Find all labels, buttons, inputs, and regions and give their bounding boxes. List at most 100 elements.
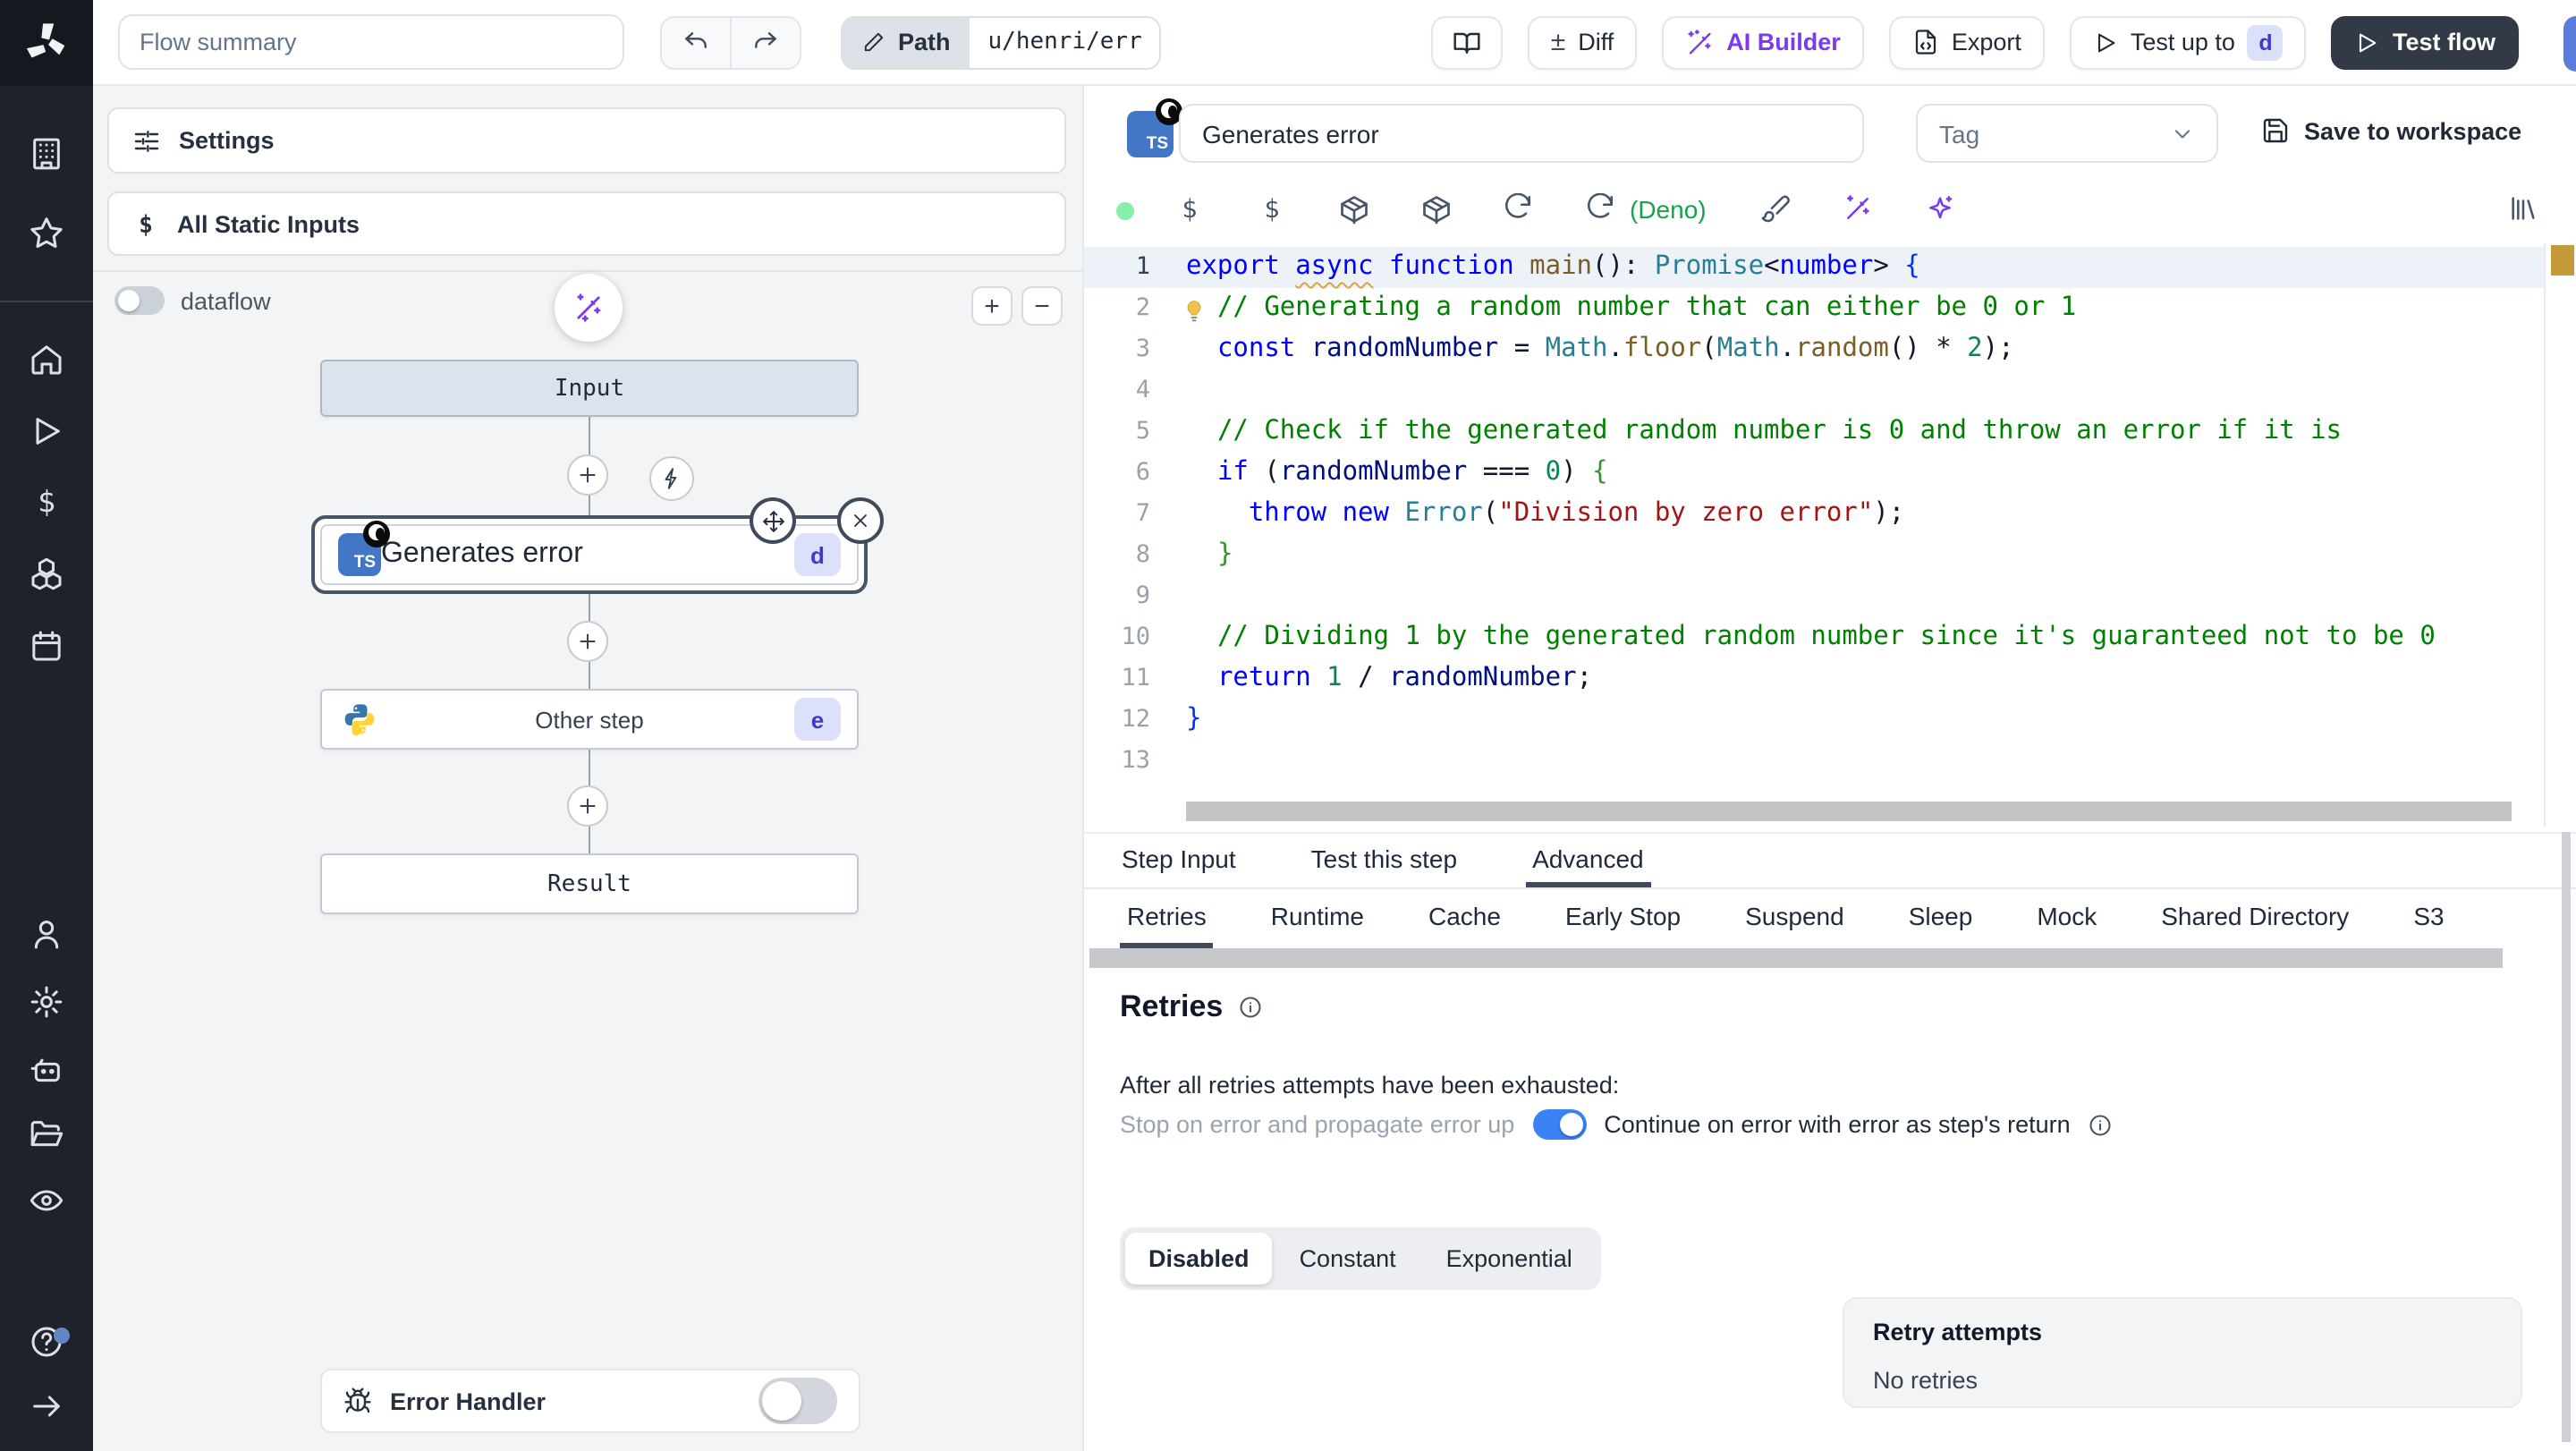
code-line[interactable]: const randomNumber = Math.floor(Math.ran… (1179, 329, 2546, 370)
flow-node-input[interactable]: Input (320, 360, 859, 417)
flow-node-result[interactable]: Result (320, 853, 859, 914)
package-icon-button[interactable] (1338, 193, 1370, 225)
schedules-calendar-icon[interactable] (29, 628, 64, 664)
workspace-building-icon[interactable] (29, 136, 64, 172)
code-editor[interactable]: 1 2 3 4 5 6 7 8 9 10 11 12 13 export async function … (1084, 243, 2576, 827)
delete-step-button[interactable] (837, 497, 884, 544)
windmill-logo[interactable] (0, 0, 93, 86)
reset-runtime-icon-button[interactable] (1585, 193, 1615, 224)
add-trigger-button[interactable] (649, 456, 694, 501)
add-step-button[interactable] (567, 621, 608, 662)
code-line[interactable]: } (1179, 700, 2546, 741)
retry-attempts-value: No retries (1873, 1367, 1979, 1394)
subtab-suspend[interactable]: Suspend (1738, 889, 1852, 948)
continue-on-error-toggle[interactable] (1532, 1109, 1587, 1140)
tab-step-input[interactable]: Step Input (1114, 834, 1243, 887)
retry-mode-exponential[interactable]: Exponential (1423, 1233, 1596, 1285)
workers-robot-icon[interactable] (29, 1052, 64, 1088)
ai-builder-button[interactable]: AI Builder (1662, 15, 1864, 69)
code-line[interactable]: export async function main(): Promise<nu… (1179, 247, 2546, 288)
step-name-input[interactable] (1179, 104, 1864, 163)
deno-runtime-label[interactable]: (Deno) (1630, 195, 1707, 224)
code-line[interactable]: // Check if the generated random number … (1179, 412, 2546, 453)
test-flow-label: Test flow (2392, 29, 2496, 55)
diff-button[interactable]: ± Diff (1527, 15, 1638, 69)
path-button[interactable]: Path u/henri/err (841, 15, 1162, 69)
segment-label: Exponential (1445, 1245, 1572, 1272)
runs-play-icon[interactable] (29, 413, 64, 449)
tag-select[interactable]: Tag (1916, 104, 2218, 163)
subtab-sleep[interactable]: Sleep (1902, 889, 1980, 948)
retry-mode-disabled[interactable]: Disabled (1125, 1233, 1273, 1285)
code-line[interactable] (1179, 370, 2546, 412)
favorites-star-icon[interactable] (29, 215, 64, 250)
flow-settings-card[interactable]: Settings (107, 107, 1066, 174)
add-step-button[interactable] (567, 454, 608, 496)
static-inputs-label: All Static Inputs (177, 210, 360, 237)
zoom-out-button[interactable]: − (1021, 286, 1063, 326)
ai-flow-wand-button[interactable] (555, 274, 623, 342)
move-step-button[interactable] (750, 497, 796, 544)
dynamic-inputs-icon-button[interactable]: $ (1256, 193, 1288, 234)
code-line[interactable] (1179, 741, 2546, 782)
dataflow-toggle[interactable] (114, 286, 165, 315)
add-step-button[interactable] (567, 785, 608, 827)
flow-node-other-step[interactable]: Other step e (320, 689, 859, 750)
user-icon[interactable] (29, 916, 64, 952)
panel-vertical-scrollbar[interactable] (2562, 832, 2571, 1442)
redo-icon (755, 31, 776, 47)
tab-advanced[interactable]: Advanced (1525, 834, 1651, 887)
code-line[interactable]: if (randomNumber === 0) { (1179, 453, 2546, 494)
retry-mode-constant[interactable]: Constant (1276, 1233, 1419, 1285)
test-flow-button[interactable]: Test flow (2331, 15, 2519, 69)
ai-sparkles-icon-button[interactable] (1925, 193, 1955, 224)
editor-horizontal-scrollbar[interactable] (1186, 802, 2512, 821)
format-brush-icon-button[interactable] (1760, 193, 1791, 224)
export-button[interactable]: Export (1888, 15, 2045, 69)
subtab-s3[interactable]: S3 (2406, 889, 2451, 948)
reload-icon-button[interactable] (1503, 193, 1533, 224)
subtab-mock[interactable]: Mock (2029, 889, 2104, 948)
editor-code-area[interactable]: export async function main(): Promise<nu… (1179, 243, 2576, 827)
code-line[interactable] (1179, 576, 2546, 617)
code-line[interactable]: } (1179, 535, 2546, 576)
error-handler-card[interactable]: Error Handler (320, 1369, 860, 1433)
variables-dollar-icon[interactable]: $ (29, 484, 64, 521)
test-up-to-button[interactable]: Test up to d (2069, 15, 2307, 69)
subtab-early-stop[interactable]: Early Stop (1558, 889, 1688, 948)
subtab-shared-directory[interactable]: Shared Directory (2154, 889, 2356, 948)
advanced-subtabs: Retries Runtime Cache Early Stop Suspend… (1084, 889, 2576, 948)
subtab-runtime[interactable]: Runtime (1264, 889, 1371, 948)
settings-gear-icon[interactable] (29, 984, 64, 1020)
code-line[interactable]: return 1 / randomNumber; (1179, 658, 2546, 700)
error-handler-toggle[interactable] (758, 1378, 837, 1424)
subtabs-horizontal-scrollbar[interactable] (1089, 948, 2503, 968)
redo-button[interactable] (732, 17, 800, 67)
code-line[interactable]: throw new Error("Division by zero error"… (1179, 494, 2546, 535)
tab-test-this-step[interactable]: Test this step (1304, 834, 1464, 887)
code-line[interactable]: // Generating a random number that can e… (1179, 288, 2546, 329)
library-icon-button[interactable] (2508, 193, 2538, 224)
deploy-button-edge[interactable] (2563, 16, 2576, 72)
folders-icon[interactable] (29, 1116, 64, 1152)
play-icon (2360, 32, 2377, 52)
code-line[interactable]: // Dividing 1 by the generated random nu… (1179, 617, 2546, 658)
audit-eye-icon[interactable] (29, 1183, 64, 1218)
package-icon-button[interactable] (1420, 193, 1453, 225)
subtab-retries[interactable]: Retries (1120, 889, 1214, 948)
wand-sparkles-icon (577, 293, 601, 322)
home-icon[interactable] (29, 342, 64, 378)
ai-wand-icon-button[interactable] (1843, 193, 1873, 224)
subtab-cache[interactable]: Cache (1421, 889, 1508, 948)
undo-button[interactable] (662, 17, 732, 67)
flow-summary-input[interactable] (118, 14, 624, 70)
collapse-arrow-icon[interactable] (29, 1388, 64, 1424)
zoom-in-button[interactable]: + (971, 286, 1013, 326)
docs-button[interactable] (1430, 15, 1503, 69)
save-to-workspace-button[interactable]: Save to workspace (2261, 116, 2521, 145)
info-icon[interactable] (1237, 995, 1262, 1020)
resources-boxes-icon[interactable] (29, 556, 64, 592)
static-inputs-icon-button[interactable]: $ (1174, 193, 1206, 234)
static-inputs-card[interactable]: $ All Static Inputs (107, 191, 1066, 256)
info-icon[interactable] (2089, 1112, 2114, 1137)
